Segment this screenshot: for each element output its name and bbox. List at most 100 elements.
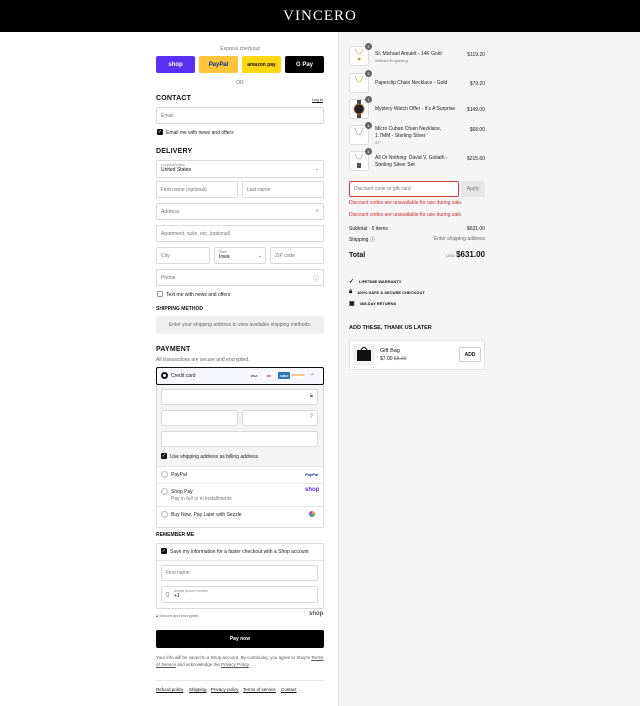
billing-checkbox[interactable]: ✓ (161, 453, 167, 459)
email-field[interactable]: Email (156, 107, 324, 124)
item-price: $68.00 (469, 127, 485, 133)
help-icon[interactable]: ⓘ (313, 274, 319, 283)
expiration-field[interactable] (161, 410, 238, 426)
total-label: Total (349, 252, 366, 259)
item-price: $149.00 (466, 107, 485, 113)
add-upsell-button[interactable]: ADD (459, 347, 481, 362)
shop-first-name-placeholder: First name (166, 570, 190, 576)
quantity-badge: 1 (365, 70, 372, 77)
first-name-placeholder: First name (optional) (161, 186, 207, 193)
more-cards-icon: → (309, 371, 315, 377)
country-value: United States (161, 167, 192, 173)
apartment-placeholder: Apartment, suite, etc. (optional) (161, 230, 231, 237)
shop-logo: shop (309, 611, 324, 617)
billing-label: Use shipping address as billing address (170, 454, 259, 460)
subtotal-value: $631.00 (466, 226, 485, 232)
shop-pay-radio[interactable] (161, 488, 168, 495)
email-placeholder: Email (161, 112, 174, 119)
phone-field[interactable]: Phone ⓘ (156, 269, 324, 286)
credit-card-radio[interactable] (161, 372, 168, 379)
currency-label: USD (446, 253, 455, 258)
first-name-field[interactable]: First name (optional) (156, 181, 238, 198)
watch-icon (353, 100, 365, 118)
amazon-pay-button[interactable]: amazon pay (242, 56, 281, 73)
pendant-icon (354, 153, 364, 168)
apartment-field[interactable]: Apartment, suite, etc. (optional) (156, 225, 324, 242)
privacy-link[interactable]: Privacy Policy (221, 662, 249, 667)
quantity-badge: 1 (365, 148, 372, 155)
usp-warranty: ✓ LIFETIME WARRANTY (349, 278, 401, 285)
discount-code-input[interactable]: Discount code or gift card (349, 181, 459, 197)
total-value: $631.00 (456, 250, 485, 259)
express-checkout-label: Express checkout (220, 46, 260, 52)
footer-privacy-link[interactable]: Privacy policy (211, 687, 239, 692)
discount-error: Discount codes are unavailable for use d… (349, 212, 463, 218)
google-pay-button[interactable]: G Pay (285, 56, 324, 73)
shop-first-name-field[interactable]: First name (161, 565, 318, 581)
disclaimer-end: . (248, 662, 251, 667)
mobile-phone-field[interactable]: ▯ Mobile phone number +1 (161, 586, 318, 603)
usp-label: 365-DAY RETURNS (359, 301, 397, 306)
item-variant: 22" (375, 140, 381, 145)
card-number-field[interactable]: 🔒︎ (161, 389, 318, 405)
lock-icon: 🔒︎ (309, 393, 313, 399)
payment-subtitle: All transactions are secure and encrypte… (156, 357, 250, 363)
sezzle-radio[interactable] (161, 511, 168, 518)
state-value: Iowa (219, 254, 230, 260)
footer-shipping-link[interactable]: Shipping (189, 687, 207, 692)
name-on-card-field[interactable] (161, 431, 318, 447)
help-icon[interactable]: ⓘ (370, 237, 375, 243)
item-price: $119.20 (467, 52, 485, 58)
shop-pay-subtitle: Pay in full or in installments (171, 496, 232, 502)
or-divider: OR (236, 80, 244, 86)
divider (157, 483, 323, 484)
paypal-logo: PayPal (305, 472, 319, 477)
divider (157, 466, 323, 467)
disclaimer-mid: and acknowledge the (177, 662, 220, 667)
footer-refund-link[interactable]: Refund policy (156, 687, 183, 692)
brand-logo[interactable]: VINCERO (0, 0, 640, 32)
total-row: Total USD $631.00 (349, 250, 485, 259)
text-me-label: Text me with news and offers (166, 292, 231, 298)
visa-icon: VISA (248, 372, 260, 379)
login-link[interactable]: Log in (312, 97, 323, 102)
text-me-checkbox[interactable] (157, 291, 163, 297)
item-price: $215.60 (466, 156, 485, 162)
paypal-button[interactable]: PayPal (199, 56, 238, 73)
shop-pay-button[interactable]: shop (156, 56, 195, 73)
news-checkbox[interactable]: ✓ (157, 129, 163, 135)
shop-pay-logo: shop (305, 487, 320, 493)
item-name: Micro Cuban Chain Necklace, 1.7MM - Ster… (375, 126, 442, 139)
country-select[interactable]: Country/Region United States ⌄ (156, 160, 324, 178)
usp-label: 100% SAFE & SECURE CHECKOUT (357, 290, 425, 295)
discount-error: Discount codes are unavailable for use d… (349, 200, 463, 206)
credit-card-label: Credit card (171, 373, 196, 379)
necklace-icon (354, 48, 364, 61)
payment-title: PAYMENT (156, 346, 191, 353)
last-name-placeholder: Last name (247, 186, 271, 193)
save-info-checkbox[interactable]: ✓ (161, 548, 167, 554)
state-select[interactable]: State Iowa ⌄ (214, 247, 266, 264)
security-code-field[interactable]: ? (242, 410, 318, 426)
subtotal-label: Subtotal · 5 items (349, 226, 388, 232)
footer-terms-link[interactable]: Terms of service (243, 687, 276, 692)
usp-returns: ▣ 365-DAY RETURNS (349, 300, 396, 307)
paypal-radio[interactable] (161, 471, 168, 478)
secure-note: 🔒︎ Secure and encrypted (156, 613, 198, 618)
footer-contact-link[interactable]: Contact (281, 687, 297, 692)
last-name-field[interactable]: Last name (242, 181, 324, 198)
apply-button[interactable]: Apply (461, 181, 485, 197)
chevron-down-icon: ⌄ (257, 253, 262, 259)
chevron-down-icon: ⌄ (314, 166, 319, 172)
sezzle-label: Buy Now, Pay Later with Sezzle (171, 512, 242, 518)
pay-now-button[interactable]: Pay now (156, 630, 324, 648)
zip-field[interactable]: ZIP code (270, 247, 324, 264)
shipping-label: Shipping (349, 237, 369, 243)
footer-divider (156, 680, 324, 681)
help-icon[interactable]: ? (310, 414, 313, 420)
phone-icon: ▯ (166, 592, 170, 598)
address-field[interactable]: Address ⌕ (156, 203, 324, 220)
city-field[interactable]: City (156, 247, 210, 264)
sezzle-icon (309, 511, 315, 517)
remember-me-title: REMEMBER ME (156, 532, 195, 538)
